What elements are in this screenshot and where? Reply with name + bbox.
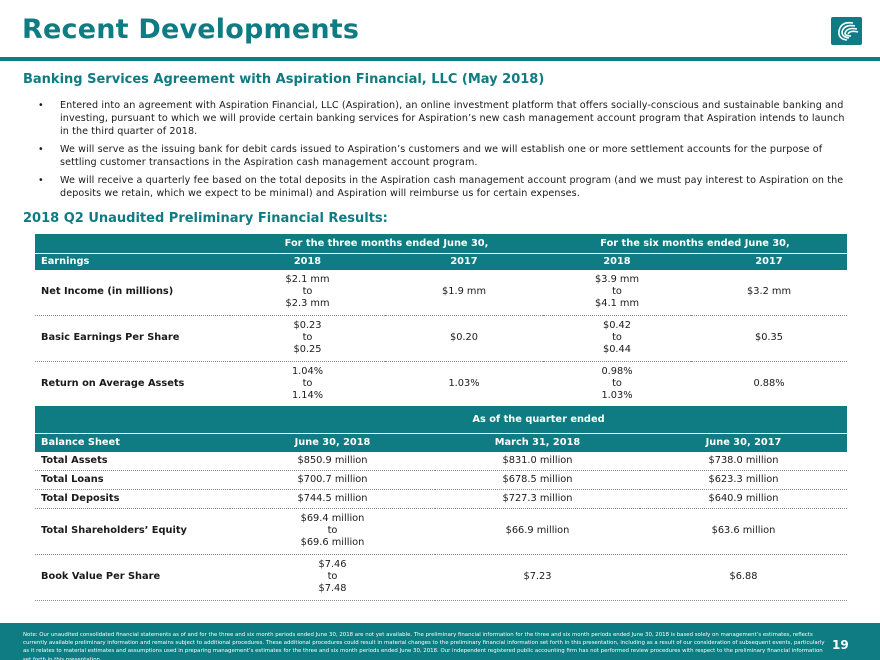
table-row: Basic Earnings Per Share $0.23 to $0.25 $0… (35, 315, 847, 362)
table-cell: $1.9 mm (385, 270, 543, 316)
table-cell: 0.88% (691, 361, 847, 408)
table-cell: $0.23 to $0.25 (230, 315, 385, 362)
bullet-item: • We will serve as the issuing bank for d… (38, 144, 823, 168)
aspiration-wave-logo-icon (831, 17, 862, 45)
row-label: Return on Average Assets (35, 361, 230, 408)
column-header: June 30, 2018 (230, 432, 435, 452)
page-number: 19 (832, 638, 849, 652)
table-row: Book Value Per Share $7.46 to $7.48 $7.23 … (35, 554, 847, 601)
table-row: Net Income (in millions) $2.1 mm to $2.3 m… (35, 270, 847, 316)
table-cell: 1.04% to 1.14% (230, 361, 385, 408)
bullet-item: • Entered into an agreement with Aspirati… (38, 100, 845, 137)
balance-sheet-table: As of the quarter ended Balance Sheet Ju… (35, 406, 847, 601)
row-label: Total Assets (35, 452, 230, 471)
table-cell: 0.98% to 1.03% (543, 361, 691, 408)
bullet-list: • Entered into an agreement with Aspirati… (38, 99, 856, 205)
section-heading-aspiration: Banking Services Agreement with Aspirati… (23, 72, 545, 87)
table-cell: $7.23 (435, 554, 640, 601)
table-cell: $850.9 million (230, 452, 435, 471)
table-cell: $3.9 mm to $4.1 mm (543, 270, 691, 316)
earnings-column-header-row: Earnings 2018 2017 2018 2017 (35, 252, 847, 270)
table-cell: $744.5 million (230, 489, 435, 509)
balance-label-header: Balance Sheet (35, 432, 230, 452)
balance-group-header-row: As of the quarter ended (35, 406, 847, 433)
bullet-item: • We will receive a quarterly fee based o… (38, 175, 844, 199)
footnote: Note: Our unaudited consolidated financi… (23, 632, 825, 660)
table-cell: $738.0 million (640, 452, 847, 471)
page-title: Recent Developments (22, 14, 360, 45)
earnings-group-header-row: For the three months ended June 30, For … (35, 234, 847, 253)
earnings-table: For the three months ended June 30, For … (35, 234, 847, 408)
table-cell: $66.9 million (435, 508, 640, 555)
column-header: June 30, 2017 (640, 432, 847, 452)
table-row: Total Shareholders’ Equity $69.4 million… (35, 508, 847, 555)
table-cell: $2.1 mm to $2.3 mm (230, 270, 385, 316)
table-cell: $0.20 (385, 315, 543, 362)
table-cell: $3.2 mm (691, 270, 847, 316)
bullet-text: We will serve as the issuing bank for de… (60, 144, 823, 168)
table-cell: $6.88 (640, 554, 847, 601)
section-heading-financials: 2018 Q2 Unaudited Preliminary Financial … (23, 211, 388, 226)
table-cell: $7.46 to $7.48 (230, 554, 435, 601)
group-header-three-months: For the three months ended June 30, (230, 234, 543, 253)
row-label: Basic Earnings Per Share (35, 315, 230, 362)
table-cell: $640.9 million (640, 489, 847, 509)
row-label: Book Value Per Share (35, 554, 230, 601)
bullet-text: We will receive a quarterly fee based on… (60, 175, 844, 199)
table-row: Total Assets $850.9 million $831.0 milli… (35, 452, 847, 471)
table-row: Total Deposits $744.5 million $727.3 mil… (35, 489, 847, 509)
table-cell: $69.4 million to $69.6 million (230, 508, 435, 555)
table-cell: $623.3 million (640, 470, 847, 490)
column-header: 2018 (543, 252, 691, 270)
table-cell: $678.5 million (435, 470, 640, 490)
table-row: Total Loans $700.7 million $678.5 millio… (35, 470, 847, 490)
table-cell: $63.6 million (640, 508, 847, 555)
column-header: 2017 (691, 252, 847, 270)
group-header-quarter: As of the quarter ended (230, 406, 847, 433)
column-header: March 31, 2018 (435, 432, 640, 452)
row-label: Total Loans (35, 470, 230, 490)
group-header-six-months: For the six months ended June 30, (543, 234, 847, 253)
column-header: 2017 (385, 252, 543, 270)
row-label: Net Income (in millions) (35, 270, 230, 316)
table-cell: $0.35 (691, 315, 847, 362)
row-label: Total Shareholders’ Equity (35, 508, 230, 555)
earnings-label-header: Earnings (35, 252, 230, 270)
balance-column-header-row: Balance Sheet June 30, 2018 March 31, 20… (35, 432, 847, 452)
table-row: Return on Average Assets 1.04% to 1.14% 1.… (35, 361, 847, 408)
column-header: 2018 (230, 252, 385, 270)
row-label: Total Deposits (35, 489, 230, 509)
table-cell: $700.7 million (230, 470, 435, 490)
table-cell: $831.0 million (435, 452, 640, 471)
table-cell: 1.03% (385, 361, 543, 408)
table-cell: $0.42 to $0.44 (543, 315, 691, 362)
table-cell: $727.3 million (435, 489, 640, 509)
bullet-text: Entered into an agreement with Aspiratio… (60, 100, 845, 137)
title-divider (0, 57, 880, 61)
